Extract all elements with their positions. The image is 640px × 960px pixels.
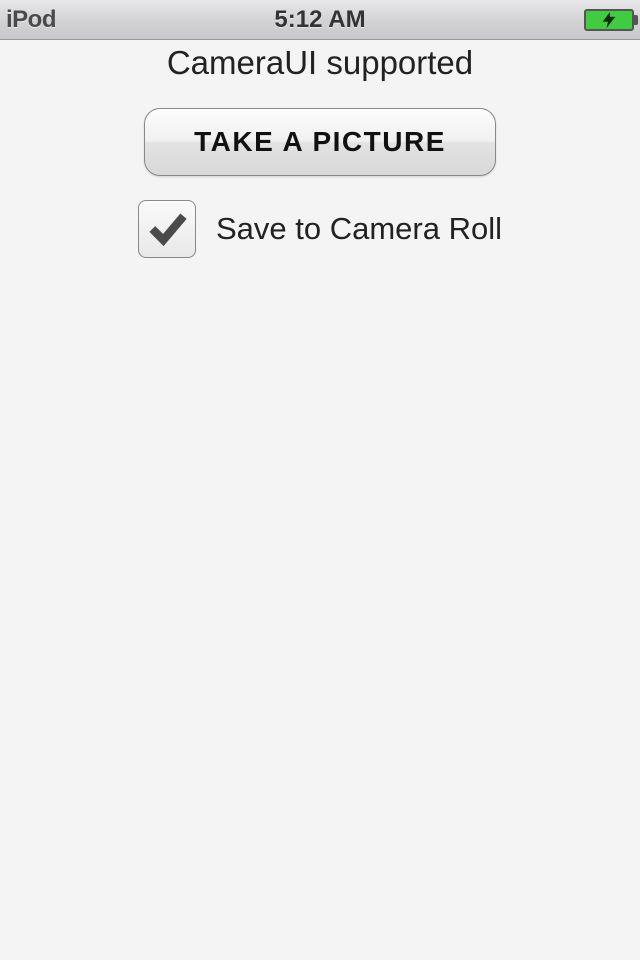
checkmark-icon: [145, 207, 189, 251]
status-bar: iPod 5:12 AM: [0, 0, 640, 40]
save-checkbox-label: Save to Camera Roll: [216, 211, 502, 247]
save-checkbox-row: Save to Camera Roll: [138, 200, 502, 258]
save-to-camera-roll-checkbox[interactable]: [138, 200, 196, 258]
status-right: [584, 9, 634, 31]
battery-charging-icon: [584, 9, 634, 31]
device-label: iPod: [6, 6, 56, 34]
lightning-icon: [600, 11, 618, 29]
take-picture-button[interactable]: TAKE A PICTURE: [144, 108, 496, 176]
page-title: CameraUI supported: [167, 44, 473, 82]
status-time: 5:12 AM: [274, 6, 365, 34]
main-content: CameraUI supported TAKE A PICTURE Save t…: [0, 40, 640, 258]
